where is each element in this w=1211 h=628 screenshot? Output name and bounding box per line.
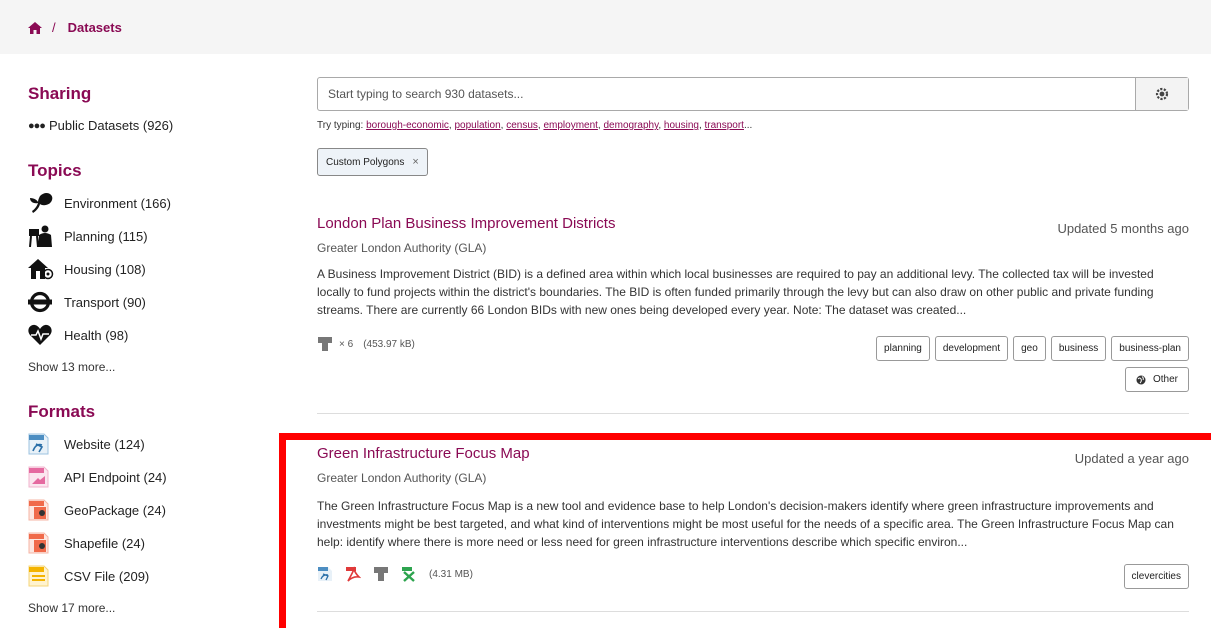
website-icon (28, 433, 54, 455)
tag-clevercities[interactable]: clevercities (1123, 564, 1189, 589)
sidebar-item-geopackage[interactable]: GeoPackage (24) (28, 499, 166, 521)
licence-tag[interactable]: Other (1124, 367, 1189, 392)
file-icon (373, 566, 389, 582)
top-bar: / Datasets (0, 0, 1211, 54)
updated-text: Updated 5 months ago (1057, 221, 1189, 236)
sidebar-item-label: Housing (108) (64, 261, 146, 277)
dataset-description: A Business Improvement District (BID) is… (317, 267, 1154, 317)
files-count: × 6 (339, 338, 354, 350)
suggestion-link[interactable]: demography (603, 120, 658, 131)
tag-business[interactable]: business (1050, 336, 1107, 361)
files-size: (4.31 MB) (429, 568, 473, 580)
sidebar-item-label: Environment (166) (64, 195, 171, 211)
file-icon (317, 336, 333, 352)
sidebar-item-label: Planning (115) (64, 228, 148, 244)
search-suggestions: Try typing: borough-economic, population… (317, 120, 753, 131)
dataset-organization: Greater London Authority (GLA) (317, 471, 487, 485)
planning-icon (28, 225, 54, 248)
sidebar-item-csv-file[interactable]: CSV File (209) (28, 565, 149, 587)
sidebar-item-shapefile[interactable]: Shapefile (24) (28, 532, 145, 554)
pdf-icon (345, 566, 362, 582)
suggestion-link[interactable]: census (506, 120, 538, 131)
licence-label: Other (1152, 374, 1178, 385)
sidebar-item-planning[interactable]: Planning (115) (28, 225, 148, 248)
dataset-description: The Green Infrastructure Focus Map is a … (317, 499, 1174, 549)
filter-chip-label: Custom Polygons (326, 156, 405, 168)
search-input[interactable] (318, 78, 1136, 110)
sidebar-item-environment[interactable]: Environment (166) (28, 192, 171, 214)
csv-icon (28, 565, 54, 587)
breadcrumb-current[interactable]: Datasets (68, 20, 122, 35)
suggestion-link[interactable]: transport (705, 120, 744, 131)
dots-icon: ●●● (28, 119, 46, 132)
files-size: (453.97 kB) (363, 338, 415, 350)
tag-business-plan[interactable]: business-plan (1111, 336, 1189, 361)
sidebar-item-label: GeoPackage (24) (64, 502, 166, 518)
dataset-files-meta: (4.31 MB) (317, 566, 473, 582)
home-icon[interactable] (28, 21, 42, 34)
sidebar-item-website[interactable]: Website (124) (28, 433, 145, 455)
tag-geo[interactable]: geo (1013, 336, 1046, 361)
shapefile-icon (28, 532, 54, 554)
breadcrumb-separator: / (52, 20, 56, 35)
breadcrumb: / Datasets (28, 20, 122, 35)
suggestion-link[interactable]: borough-economic (366, 120, 449, 131)
licence-list: Other (1124, 367, 1189, 392)
sidebar-item-label: Transport (90) (64, 294, 146, 310)
filter-chip: Custom Polygons × (317, 148, 428, 176)
sidebar-item-api-endpoint[interactable]: API Endpoint (24) (28, 466, 167, 488)
environment-icon (28, 192, 54, 214)
housing-icon (28, 258, 54, 280)
sidebar-item-public-datasets[interactable]: ●●● Public Datasets (926) (28, 118, 173, 133)
dataset-title-link[interactable]: Green Infrastructure Focus Map (317, 445, 530, 462)
dataset-organization: Greater London Authority (GLA) (317, 241, 487, 255)
suggestions-ellipsis: ... (743, 120, 753, 131)
geopackage-icon (28, 499, 54, 521)
formats-show-more-link[interactable]: Show 17 more... (28, 601, 115, 615)
settings-icon (1155, 87, 1169, 101)
sidebar-item-label: CSV File (209) (64, 568, 150, 584)
sidebar-item-label: Website (124) (64, 436, 145, 452)
sidebar-item-transport[interactable]: Transport (90) (28, 291, 146, 313)
suggestion-link[interactable]: population (454, 120, 500, 131)
search-settings-button[interactable] (1135, 78, 1188, 110)
globe-icon (1136, 375, 1146, 384)
website-icon (317, 566, 333, 582)
remove-filter-button[interactable]: × (412, 156, 418, 168)
tag-planning[interactable]: planning (876, 336, 930, 361)
sharing-heading: Sharing (28, 84, 92, 103)
topics-heading: Topics (28, 161, 82, 180)
topics-show-more-link[interactable]: Show 13 more... (28, 360, 115, 374)
sidebar-item-label: API Endpoint (24) (64, 469, 167, 485)
tag-list: planning development geo business busine… (876, 336, 1189, 361)
api-icon (28, 466, 54, 488)
transport-icon (28, 291, 54, 313)
health-icon (28, 324, 54, 346)
dataset-files-meta: × 6 (453.97 kB) (317, 336, 415, 352)
spreadsheet-icon (401, 566, 417, 582)
result-divider (317, 413, 1189, 414)
sidebar-item-housing[interactable]: Housing (108) (28, 258, 146, 280)
sidebar-item-health[interactable]: Health (98) (28, 324, 128, 346)
tag-list: clevercities (1123, 564, 1189, 589)
suggestion-link[interactable]: employment (543, 120, 597, 131)
dataset-title-link[interactable]: London Plan Business Improvement Distric… (317, 215, 615, 232)
formats-heading: Formats (28, 402, 96, 421)
suggestion-link[interactable]: housing (664, 120, 699, 131)
updated-text: Updated a year ago (1074, 451, 1189, 466)
dataset-result: London Plan Business Improvement Distric… (317, 215, 1189, 395)
sidebar-item-label: Public Datasets (926) (48, 118, 174, 133)
try-label: Try typing: (317, 120, 364, 131)
sidebar-item-label: Shapefile (24) (64, 535, 145, 551)
search-box (317, 77, 1189, 111)
dataset-result: Green Infrastructure Focus Map Updated a… (317, 445, 1189, 595)
tag-development[interactable]: development (934, 336, 1009, 361)
result-divider (317, 611, 1189, 612)
sidebar-item-label: Health (98) (64, 327, 129, 343)
